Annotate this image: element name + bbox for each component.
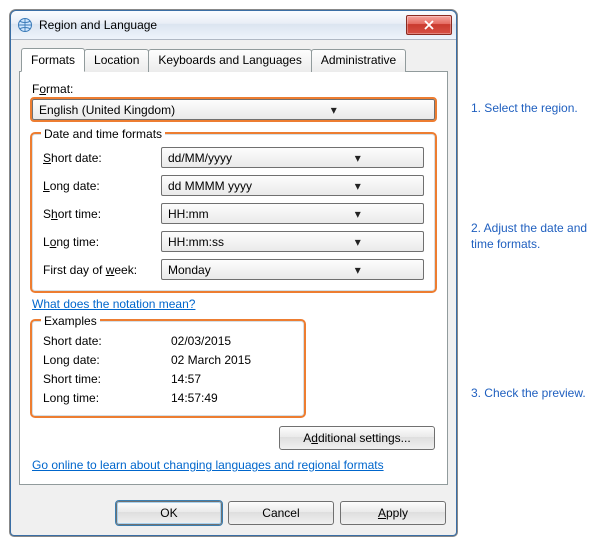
format-label: Format: xyxy=(32,82,435,96)
date-time-formats-group: Date and time formats Short date: dd/MM/… xyxy=(32,134,435,291)
chevron-down-icon: ▾ xyxy=(294,263,420,277)
format-value: English (United Kingdom) xyxy=(39,103,235,117)
online-help-link[interactable]: Go online to learn about changing langua… xyxy=(32,458,384,472)
tabbar: Formats Location Keyboards and Languages… xyxy=(21,48,448,71)
annotation-2: 2. Adjust the date and time formats. xyxy=(471,220,603,252)
example-short-time-label: Short time: xyxy=(43,372,171,386)
example-short-date-value: 02/03/2015 xyxy=(171,334,231,348)
example-long-time-value: 14:57:49 xyxy=(171,391,218,405)
short-time-label: Short time: xyxy=(43,207,161,221)
dialog-buttons: OK Cancel Apply xyxy=(11,493,456,535)
close-button[interactable] xyxy=(406,15,452,35)
long-date-label: Long date: xyxy=(43,179,161,193)
example-short-date-label: Short date: xyxy=(43,334,171,348)
short-date-label: Short date: xyxy=(43,151,161,165)
tab-keyboards-languages[interactable]: Keyboards and Languages xyxy=(148,49,311,72)
globe-icon xyxy=(17,17,33,33)
example-short-time-value: 14:57 xyxy=(171,372,201,386)
notation-link[interactable]: What does the notation mean? xyxy=(32,297,195,311)
chevron-down-icon: ▾ xyxy=(294,207,420,221)
example-long-date-label: Long date: xyxy=(43,353,171,367)
long-time-label: Long time: xyxy=(43,235,161,249)
chevron-down-icon: ▾ xyxy=(294,151,420,165)
short-date-combo[interactable]: dd/MM/yyyy▾ xyxy=(161,147,424,168)
first-day-label: First day of week: xyxy=(43,263,161,277)
annotation-3: 3. Check the preview. xyxy=(471,385,586,401)
examples-title: Examples xyxy=(41,314,100,328)
apply-button[interactable]: Apply xyxy=(340,501,446,525)
chevron-down-icon: ▾ xyxy=(294,235,420,249)
annotations: 1. Select the region. 2. Adjust the date… xyxy=(471,10,603,536)
additional-settings-button[interactable]: Additional settings... xyxy=(279,426,435,450)
titlebar: Region and Language xyxy=(11,11,456,40)
tab-location[interactable]: Location xyxy=(84,49,149,72)
long-date-combo[interactable]: dd MMMM yyyy▾ xyxy=(161,175,424,196)
long-time-combo[interactable]: HH:mm:ss▾ xyxy=(161,231,424,252)
format-combo[interactable]: English (United Kingdom) ▾ xyxy=(32,99,435,120)
example-long-date-value: 02 March 2015 xyxy=(171,353,251,367)
tab-content-formats: Format: English (United Kingdom) ▾ Date … xyxy=(19,71,448,485)
tab-administrative[interactable]: Administrative xyxy=(311,49,406,72)
annotation-1: 1. Select the region. xyxy=(471,100,578,116)
tab-formats[interactable]: Formats xyxy=(21,48,85,72)
ok-button[interactable]: OK xyxy=(116,501,222,525)
first-day-combo[interactable]: Monday▾ xyxy=(161,259,424,280)
region-language-window: Region and Language Formats Location Key… xyxy=(10,10,457,536)
chevron-down-icon: ▾ xyxy=(235,103,431,117)
examples-group: Examples Short date:02/03/2015 Long date… xyxy=(32,321,304,416)
date-time-group-title: Date and time formats xyxy=(41,127,165,141)
short-time-combo[interactable]: HH:mm▾ xyxy=(161,203,424,224)
cancel-button[interactable]: Cancel xyxy=(228,501,334,525)
example-long-time-label: Long time: xyxy=(43,391,171,405)
chevron-down-icon: ▾ xyxy=(294,179,420,193)
window-title: Region and Language xyxy=(39,18,406,32)
